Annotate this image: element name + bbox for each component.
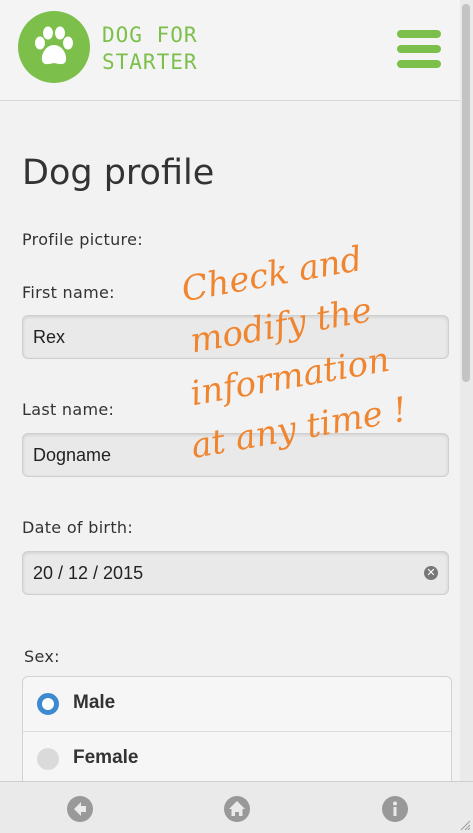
resize-handle-icon[interactable] bbox=[459, 819, 471, 831]
sex-radio-group: Male Female bbox=[22, 676, 452, 781]
info-glyph bbox=[393, 801, 397, 816]
bottom-nav-bar bbox=[0, 781, 473, 833]
date-of-birth-value: 20 / 12 / 2015 bbox=[33, 563, 144, 583]
home-icon[interactable] bbox=[224, 796, 250, 822]
clear-icon[interactable]: ✕ bbox=[424, 566, 438, 580]
menu-bar bbox=[397, 30, 441, 38]
radio-label-male: Male bbox=[73, 692, 116, 713]
radio-button-checked[interactable] bbox=[37, 693, 59, 715]
app-header: DOG FOR STARTER bbox=[0, 0, 460, 101]
page-title: Dog profile bbox=[22, 153, 215, 193]
brand-line-1: DOG FOR bbox=[102, 23, 198, 47]
brand-name: DOG FOR STARTER bbox=[102, 22, 242, 76]
logo[interactable] bbox=[18, 11, 90, 83]
back-arrow-glyph bbox=[74, 802, 86, 816]
sex-label: Sex: bbox=[24, 647, 60, 666]
scrollbar-thumb[interactable] bbox=[462, 4, 470, 382]
radio-option-male[interactable]: Male bbox=[23, 677, 451, 731]
radio-button-unchecked[interactable] bbox=[37, 748, 59, 770]
last-name-label: Last name: bbox=[22, 400, 115, 419]
info-icon[interactable] bbox=[382, 796, 408, 822]
radio-label-female: Female bbox=[73, 747, 139, 768]
date-of-birth-field[interactable]: 20 / 12 / 2015 ✕ bbox=[22, 551, 449, 595]
back-arrow-icon[interactable] bbox=[67, 796, 93, 822]
first-name-label: First name: bbox=[22, 283, 115, 302]
brand-line-2: STARTER bbox=[102, 50, 198, 74]
menu-bar bbox=[397, 45, 441, 53]
hamburger-menu-icon[interactable] bbox=[397, 30, 441, 70]
menu-bar bbox=[397, 60, 441, 68]
home-glyph bbox=[229, 801, 245, 816]
radio-option-female[interactable]: Female bbox=[23, 731, 451, 781]
profile-picture-label: Profile picture: bbox=[22, 230, 143, 249]
date-of-birth-label: Date of birth: bbox=[22, 518, 134, 537]
paw-icon bbox=[35, 26, 73, 65]
scrollbar[interactable] bbox=[460, 0, 473, 781]
